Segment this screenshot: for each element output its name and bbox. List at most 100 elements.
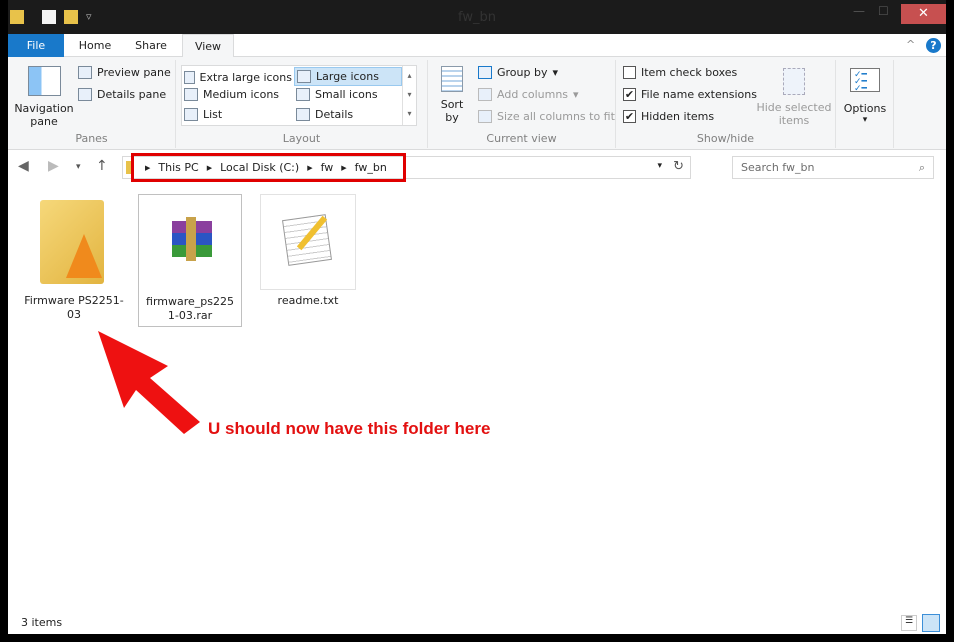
checkbox-label: Item check boxes — [641, 66, 738, 79]
details-view-button[interactable]: ☰ — [901, 615, 917, 631]
add-columns-button[interactable]: Add columns ▾ — [478, 88, 579, 101]
details-pane-button[interactable]: Details pane — [78, 88, 166, 101]
forward-button[interactable]: ▶ — [48, 158, 59, 174]
file-list: Firmware PS2251-03 firmware_ps2251-03.ra… — [8, 186, 946, 612]
checkbox-label: Hidden items — [641, 110, 715, 123]
sort-icon — [441, 66, 463, 92]
minimize-button[interactable]: — — [853, 4, 865, 24]
file-item-rar[interactable]: firmware_ps2251-03.rar — [138, 194, 242, 327]
hide-selected-button[interactable]: Hide selected items — [756, 68, 832, 127]
file-item-folder[interactable]: Firmware PS2251-03 — [22, 194, 126, 322]
title-bar: ▿ fw_bn — ☐ ✕ — [8, 0, 946, 34]
tab-home[interactable]: Home — [66, 34, 124, 57]
ribbon: Navigation pane Preview pane Details pan… — [8, 57, 946, 150]
up-button[interactable]: ↑ — [96, 158, 108, 174]
add-columns-label: Add columns — [497, 88, 569, 101]
hidden-items-checkbox[interactable]: ✔ Hidden items — [623, 110, 714, 123]
checkbox-unchecked-icon — [623, 66, 636, 79]
checkmark-icon: ✔ — [623, 110, 636, 123]
maximize-button[interactable]: ☐ — [878, 4, 889, 24]
group-by-button[interactable]: Group by ▾ — [478, 66, 558, 79]
preview-pane-label: Preview pane — [97, 66, 171, 79]
show-hide-group: Item check boxes ✔ File name extensions ✔… — [616, 60, 836, 148]
address-dropdown-icon[interactable]: ▾ — [657, 161, 662, 171]
annotation-highlight-box — [131, 153, 406, 182]
tab-view[interactable]: View — [182, 34, 234, 58]
dropdown-arrow-icon: ▾ — [573, 88, 579, 101]
recent-locations-icon[interactable]: ▾ — [76, 162, 81, 172]
layout-gallery: Extra large icons Large icons Medium ico… — [181, 65, 417, 126]
explorer-window: ▿ fw_bn — ☐ ✕ File Home Share View ^ ? N… — [8, 0, 946, 634]
layout-extra-large-icons[interactable]: Extra large icons — [184, 68, 292, 86]
current-view-label: Current view — [486, 132, 557, 145]
address-bar-row: ◀ ▶ ▾ ↑ ▶ This PC ▶ Local Disk (C:) ▶ fw ▶ f… — [8, 150, 946, 186]
preview-pane-button[interactable]: Preview pane — [78, 66, 171, 79]
layout-label-group: Layout — [282, 132, 321, 145]
checkbox-label: File name extensions — [641, 88, 757, 101]
item-check-boxes-checkbox[interactable]: Item check boxes — [623, 66, 737, 79]
back-button[interactable]: ◀ — [18, 158, 29, 174]
text-file-icon — [260, 194, 356, 290]
sort-by-button[interactable]: Sort by — [434, 66, 470, 124]
item-count: 3 items — [21, 616, 63, 629]
search-icon: ⌕ — [918, 161, 925, 174]
options-icon: ✓━ ✓━ ✓━ — [850, 68, 880, 94]
hide-selected-label: Hide selected items — [756, 101, 832, 127]
window-title: fw_bn — [458, 10, 496, 25]
checkmark-icon: ✔ — [623, 88, 636, 101]
details-pane-label: Details pane — [97, 88, 167, 101]
medium-icons-icon — [184, 88, 198, 101]
show-hide-label: Show/hide — [696, 132, 755, 145]
details-icon — [296, 108, 310, 121]
file-item-txt[interactable]: readme.txt — [256, 194, 360, 308]
panes-group: Navigation pane Preview pane Details pan… — [8, 60, 176, 148]
status-bar: 3 items ☰ — [8, 612, 946, 634]
close-button[interactable]: ✕ — [901, 4, 946, 24]
hide-selected-icon — [783, 68, 805, 95]
layout-medium-icons[interactable]: Medium icons — [184, 88, 279, 101]
add-columns-icon — [478, 88, 492, 101]
layout-label: Extra large icons — [199, 70, 292, 84]
size-columns-label: Size all columns to fit — [497, 110, 615, 123]
options-button[interactable]: ✓━ ✓━ ✓━ Options ▾ — [840, 68, 890, 125]
file-name: firmware_ps2251-03.rar — [146, 295, 234, 322]
collapse-ribbon-icon[interactable]: ^ — [906, 38, 915, 51]
layout-large-icons[interactable]: Large icons — [294, 67, 402, 86]
file-name-extensions-checkbox[interactable]: ✔ File name extensions — [623, 88, 757, 101]
preview-pane-icon — [78, 66, 92, 79]
large-icons-view-button[interactable] — [922, 614, 940, 632]
size-columns-button[interactable]: Size all columns to fit — [478, 110, 615, 123]
winrar-archive-icon — [142, 195, 238, 291]
dropdown-arrow-icon: ▾ — [862, 115, 868, 125]
small-icons-icon — [296, 88, 310, 101]
file-name: Firmware PS2251-03 — [24, 294, 124, 321]
layout-label: Details — [315, 108, 354, 121]
group-by-icon — [478, 66, 492, 79]
tab-file[interactable]: File — [8, 34, 64, 57]
panes-label: Panes — [75, 132, 108, 145]
ribbon-tabs: File Home Share View ^ ? — [8, 34, 946, 58]
refresh-icon[interactable]: ↻ — [673, 159, 684, 174]
list-icon — [184, 108, 198, 121]
layout-details[interactable]: Details — [296, 108, 353, 121]
tab-share[interactable]: Share — [124, 34, 178, 57]
search-input[interactable]: Search fw_bn ⌕ — [732, 156, 934, 179]
search-placeholder: Search fw_bn — [741, 161, 815, 174]
file-name: readme.txt — [277, 294, 339, 307]
group-by-label: Group by — [497, 66, 548, 79]
layout-label: Small icons — [315, 88, 378, 101]
navigation-pane-button[interactable]: Navigation pane — [12, 64, 76, 128]
dropdown-arrow-icon: ▾ — [552, 66, 559, 79]
sort-by-label: Sort by — [440, 98, 464, 124]
layout-label: Medium icons — [203, 88, 280, 101]
help-icon[interactable]: ? — [926, 38, 941, 53]
layout-scrollbar[interactable]: ▴ ▾ ▾ — [402, 66, 416, 125]
layout-small-icons[interactable]: Small icons — [296, 88, 378, 101]
layout-group: Extra large icons Large icons Medium ico… — [176, 60, 428, 148]
layout-label: Large icons — [316, 70, 379, 83]
options-group: ✓━ ✓━ ✓━ Options ▾ — [836, 60, 894, 148]
layout-list[interactable]: List — [184, 108, 222, 121]
details-pane-icon — [78, 88, 92, 101]
navigation-pane-icon — [27, 66, 61, 96]
current-view-group: Sort by Group by ▾ Add columns ▾ Size all … — [428, 60, 616, 148]
